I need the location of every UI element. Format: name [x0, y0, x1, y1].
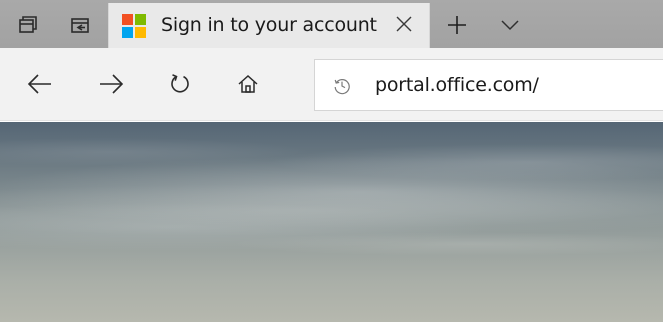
close-icon: [395, 15, 413, 37]
back-button[interactable]: [18, 64, 62, 108]
navigation-bar: portal.office.com/: [0, 48, 663, 121]
browser-window: Sign in to your account portal.office.co…: [0, 0, 663, 322]
arrow-right-icon: [98, 73, 124, 99]
tab-close-button[interactable]: [392, 14, 416, 38]
refresh-icon: [168, 72, 192, 100]
forward-button[interactable]: [89, 64, 133, 108]
new-tab-button[interactable]: [437, 6, 477, 44]
tabs-aside-icon: [17, 14, 39, 36]
chevron-down-icon: [500, 18, 520, 32]
tab-title: Sign in to your account: [161, 14, 377, 36]
microsoft-logo-icon: [122, 14, 146, 38]
sky-cloud-layer: [0, 122, 663, 322]
tabs-aside-button[interactable]: [8, 6, 48, 44]
refresh-button[interactable]: [158, 64, 202, 108]
history-icon: [333, 77, 351, 95]
tab-strip: Sign in to your account: [0, 0, 663, 48]
plus-icon: [446, 14, 468, 36]
tab-sign-in[interactable]: Sign in to your account: [108, 3, 430, 48]
set-tabs-aside-button[interactable]: [60, 6, 100, 44]
home-icon: [237, 73, 259, 99]
address-url: portal.office.com/: [375, 74, 539, 96]
arrow-left-icon: [27, 73, 53, 99]
set-tabs-aside-icon: [69, 14, 91, 36]
address-bar[interactable]: portal.office.com/: [314, 59, 663, 111]
page-content-background: [0, 122, 663, 322]
home-button[interactable]: [226, 64, 270, 108]
tab-list-button[interactable]: [490, 6, 530, 44]
